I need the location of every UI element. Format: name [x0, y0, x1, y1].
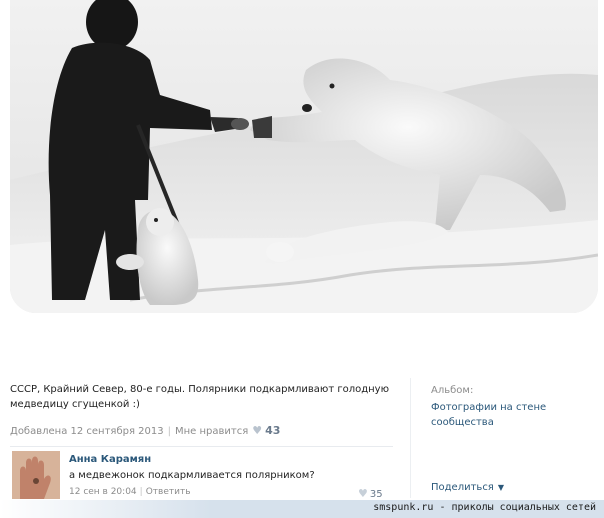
- post-meta: Добавлена 12 сентября 2013 | Мне нравится ♥…: [10, 424, 280, 437]
- album-link[interactable]: Фотографии на стене сообщества: [431, 400, 581, 430]
- comment-like-button[interactable]: ♥ 35: [358, 487, 383, 500]
- heart-icon: ♥: [252, 424, 263, 437]
- divider: [10, 446, 393, 447]
- chevron-down-icon: ▼: [497, 483, 504, 492]
- post-caption: СССР, Крайний Север, 80-е годы. Полярник…: [10, 384, 389, 410]
- comment-like-count: 35: [369, 489, 383, 500]
- album-label: Альбом:: [431, 385, 474, 396]
- like-count: 43: [265, 424, 281, 437]
- share-button[interactable]: Поделиться ▼: [431, 482, 504, 493]
- watermark-text: smspunk.ru - приколы социальных сетей: [373, 502, 596, 513]
- avatar[interactable]: [12, 451, 60, 499]
- post-photo[interactable]: [10, 0, 598, 313]
- like-button[interactable]: Мне нравится ♥ 43: [174, 424, 281, 437]
- like-label: Мне нравится: [174, 426, 249, 437]
- watermark-bar: smspunk.ru - приколы социальных сетей: [0, 500, 604, 518]
- comment-meta: 12 сен в 20:04 | Ответить: [69, 487, 191, 497]
- sidebar-divider: [410, 378, 411, 498]
- comment-text: а медвежонок подкармливается полярником?: [69, 470, 315, 481]
- reply-button[interactable]: Ответить: [146, 487, 191, 497]
- heart-icon: ♥: [358, 487, 368, 500]
- share-label: Поделиться: [431, 482, 494, 493]
- post-date: Добавлена 12 сентября 2013: [10, 426, 164, 437]
- comment-date[interactable]: 12 сен в 20:04: [69, 487, 137, 497]
- meta-separator: |: [167, 426, 171, 437]
- comment-author[interactable]: Анна Карамян: [69, 454, 151, 465]
- comment-separator: |: [139, 487, 143, 497]
